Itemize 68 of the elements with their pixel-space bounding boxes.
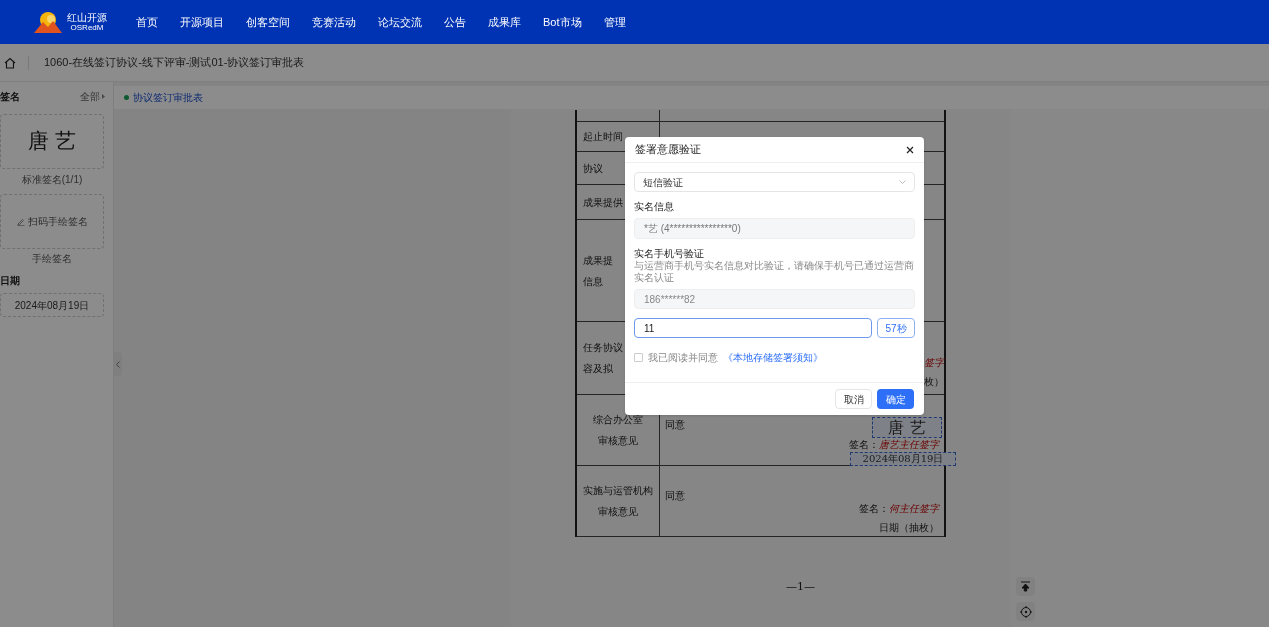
- collapse-handle[interactable]: [114, 352, 122, 376]
- row-label: 审核意见: [598, 434, 638, 448]
- signer-label: 签名：: [859, 504, 889, 514]
- code-field[interactable]: 11: [634, 318, 872, 338]
- row-label: 综合办公室: [593, 413, 643, 427]
- nav-link[interactable]: 成果库: [488, 13, 521, 31]
- row-label: 起止时间: [583, 130, 623, 144]
- field-label: 实名手机号验证: [634, 248, 705, 260]
- dialog-title: 签署意愿验证: [635, 142, 701, 158]
- signature-stamp[interactable]: 唐 艺: [872, 417, 942, 438]
- row-label: 实施与运管机构: [583, 484, 653, 498]
- logo-icon: [34, 11, 62, 33]
- date-label: 枚）: [924, 375, 944, 389]
- signer-name: 签字: [924, 356, 944, 370]
- nav-link[interactable]: 论坛交流: [378, 13, 422, 31]
- close-icon[interactable]: [906, 145, 914, 154]
- scroll-to-top-button[interactable]: [1016, 577, 1035, 596]
- row-label: 任务协议: [583, 341, 623, 355]
- chevron-left-icon: [116, 360, 120, 368]
- opinion-text: 同意: [665, 489, 685, 503]
- field-label: 实名信息: [634, 201, 675, 213]
- pencil-icon: [16, 217, 25, 226]
- page-title: 1060-在线签订协议-线下评审-测试01-协议签订审批表: [44, 55, 305, 71]
- nav-link[interactable]: 创客空间: [246, 13, 290, 31]
- signer-label: 签名：: [849, 440, 879, 450]
- signature-caption: 标准签名(1/1): [20, 173, 84, 187]
- field-hint: 与运营商手机号实名信息对比验证，请确保手机号已通过运营商实名认证: [634, 260, 915, 284]
- agreement-link[interactable]: 《本地存储签署须知》: [723, 350, 823, 365]
- countdown-button[interactable]: 57秒: [877, 318, 915, 338]
- target-icon: [1019, 605, 1032, 618]
- nav-link[interactable]: 竞赛活动: [312, 13, 356, 31]
- signer-name: 唐艺主任签字: [879, 440, 939, 450]
- cancel-button[interactable]: 取消: [835, 389, 872, 409]
- nav-link[interactable]: Bot市场: [543, 13, 582, 31]
- nav-link[interactable]: 首页: [136, 13, 158, 31]
- nav-link[interactable]: 开源项目: [180, 13, 224, 31]
- date-stamp[interactable]: 2024年08月19日: [850, 452, 956, 466]
- signature-card[interactable]: 唐 艺: [0, 114, 104, 169]
- row-label: 容及拟: [583, 362, 613, 376]
- date-card[interactable]: 2024年08月19日: [0, 293, 104, 317]
- locate-button[interactable]: [1016, 602, 1035, 621]
- scroll-to-top-icon: [1020, 581, 1031, 592]
- agree-text: 我已阅读并同意: [648, 351, 718, 365]
- section-heading: 签名: [0, 89, 20, 104]
- row-label: 成果提: [583, 253, 613, 268]
- page-number: —1—: [786, 579, 815, 595]
- signer-name: 何主任签字: [889, 504, 939, 514]
- logo-title: 红山开源: [67, 12, 107, 23]
- confirm-button[interactable]: 确定: [877, 389, 914, 409]
- agree-checkbox[interactable]: [634, 353, 643, 362]
- logo-subtitle: OSRedM: [70, 23, 104, 32]
- nav-link[interactable]: 公告: [444, 13, 466, 31]
- row-label: 审核意见: [598, 505, 638, 519]
- row-label: 协议: [583, 161, 603, 176]
- handdrawn-signature-card[interactable]: 扫码手绘签名: [0, 194, 104, 249]
- row-label: 信息: [583, 274, 603, 289]
- nav-link[interactable]: 管理: [603, 13, 626, 31]
- opinion-text: 同意: [665, 418, 685, 432]
- section-heading: 日期: [0, 274, 21, 288]
- method-select[interactable]: 短信验证: [634, 172, 915, 192]
- filter-dropdown[interactable]: 全部: [80, 88, 105, 104]
- home-icon[interactable]: [4, 56, 16, 69]
- signature-caption: 手绘签名: [31, 252, 73, 266]
- caret-icon: [102, 93, 105, 99]
- chevron-down-icon: [899, 180, 906, 184]
- document-tab[interactable]: 协议签订审批表: [124, 90, 203, 105]
- date-label: 日期（抽枚）: [879, 521, 939, 535]
- row-label: 成果提供: [583, 195, 623, 210]
